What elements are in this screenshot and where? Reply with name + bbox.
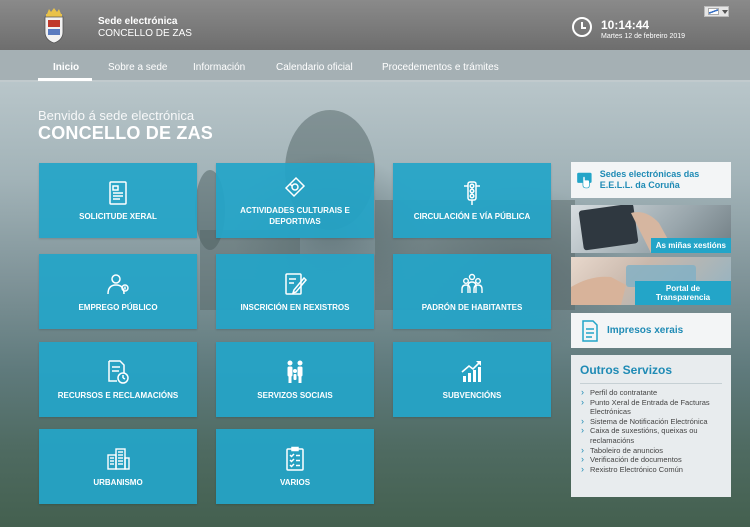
tile-inscricion-rexistros[interactable]: INSCRICIÓN EN REXISTROS [216,254,374,329]
document-icon [582,319,598,342]
as-minas-xestions-banner[interactable]: As miñas xestións [571,205,731,253]
tile-label: ACTIVIDADES CULTURAIS E DEPORTIVAS [240,206,350,226]
tile-label: SUBVENCIÓNS [442,390,502,400]
tile-padron-habitantes[interactable]: PADRÓN DE HABITANTES [393,254,551,329]
checklist-icon [286,446,304,471]
xestions-caption: As miñas xestións [650,238,731,253]
nav-sobre-a-sede[interactable]: Sobre a sede [108,62,168,73]
tile-label: PADRÓN DE HABITANTES [421,302,523,312]
tile-label: URBANISMO [93,477,143,487]
tile-label: VARIOS [279,477,311,487]
ticket-icon [284,176,306,198]
site-brand[interactable]: Sede electrónica CONCELLO DE ZAS [98,16,192,39]
tile-actividades-culturais[interactable]: ACTIVIDADES CULTURAIS E DEPORTIVAS [216,163,374,238]
sedes-label: Sedes electrónicas das E.E.L.L. da Coruñ… [599,169,700,190]
tile-label: SERVIZOS SOCIAIS [257,390,333,400]
tile-varios[interactable]: VARIOS [216,429,374,504]
welcome-heading: Benvido á sede electrónica CONCELLO DE Z… [38,108,213,144]
people-icon [461,273,483,293]
active-nav-indicator [38,78,92,81]
outros-item-perfil-contratante[interactable]: Perfil do contratante [581,388,725,398]
tile-label: INSCRICIÓN EN REXISTROS [240,302,350,312]
touch-screen-icon [577,172,592,189]
welcome-title: CONCELLO DE ZAS [38,123,214,143]
tile-solicitude-xeral[interactable]: SOLICITUDE XERAL [39,163,197,238]
impresos-xerais-link[interactable]: Impresos xerais [571,313,731,348]
time-value: 10:14:44 [601,18,650,32]
transparencia-caption: Portal de Transparencia [635,281,731,305]
nav-inicio[interactable]: Inicio [53,62,79,73]
coat-of-arms-logo[interactable] [42,6,66,44]
tile-label: CIRCULACIÓN E VÍA PÚBLICA [413,211,531,221]
tile-label: EMPREGO PÚBLICO [78,302,158,312]
worker-icon [107,273,129,294]
outros-item-facturas[interactable]: Punto Xeral de Entrada de Facturas Elect… [581,398,725,417]
tile-label: RECURSOS E RECLAMACIÓNS [57,390,179,400]
form-icon [109,180,127,205]
traffic-light-icon [464,180,480,205]
outros-item-suxestions[interactable]: Caixa de suxestións, queixas ou reclamac… [581,426,725,445]
tile-emprego-publico[interactable]: EMPREGO PÚBLICO [39,254,197,329]
tile-recursos-reclamacions[interactable]: RECURSOS E RECLAMACIÓNS [39,342,197,417]
site-header: Sede electrónica CONCELLO DE ZAS 10:14:4… [0,0,750,50]
tile-urbanismo[interactable]: URBANISMO [39,429,197,504]
brand-subtitle: Sede electrónica [98,16,178,27]
date-value: Martes 12 de febreiro 2019 [601,33,686,40]
current-time: 10:14:44 Martes 12 de febreiro 2019 [601,18,685,40]
family-icon [287,360,303,383]
outros-item-verificacion[interactable]: Verificación de documentos [581,455,725,465]
chevron-down-icon [722,9,728,14]
growth-chart-icon [461,360,481,382]
nav-calendario-oficial[interactable]: Calendario oficial [276,62,353,73]
tile-label: SOLICITUDE XERAL [79,211,157,221]
outros-item-taboleiro[interactable]: Taboleiro de anuncios [581,446,725,456]
edit-document-icon [285,272,308,295]
nav-procedementos[interactable]: Procedementos e trámites [382,62,499,73]
impresos-label: Impresos xerais [607,325,684,336]
tile-servizos-sociais[interactable]: SERVIZOS SOCIAIS [216,342,374,417]
nav-informacion[interactable]: Información [193,62,245,73]
brand-title: CONCELLO DE ZAS [98,28,192,39]
sedes-electronicas-link[interactable]: Sedes electrónicas das E.E.L.L. da Coruñ… [571,162,731,198]
language-selector[interactable] [704,6,729,17]
document-clock-icon [108,359,129,384]
tile-subvencions[interactable]: SUBVENCIÓNS [393,342,551,417]
outros-item-rexistro[interactable]: Rexistro Electrónico Común [581,465,725,475]
main-nav: Inicio Sobre a sede Información Calendar… [0,50,750,82]
buildings-icon [107,447,130,470]
portal-transparencia-banner[interactable]: Portal de Transparencia [571,257,731,305]
outros-servizos-panel: Outros Servizos Perfil do contratante Pu… [571,355,731,497]
tile-circulacion[interactable]: CIRCULACIÓN E VÍA PÚBLICA [393,163,551,238]
galician-flag-icon [708,8,719,15]
outros-servizos-title: Outros Servizos [580,363,673,377]
outros-item-notificacion[interactable]: Sistema de Notificación Electrónica [581,417,725,427]
divider [580,383,722,384]
welcome-line: Benvido á sede electrónica [38,108,195,123]
clock-icon [572,17,592,37]
outros-servizos-list: Perfil do contratante Punto Xeral de Ent… [571,388,731,474]
